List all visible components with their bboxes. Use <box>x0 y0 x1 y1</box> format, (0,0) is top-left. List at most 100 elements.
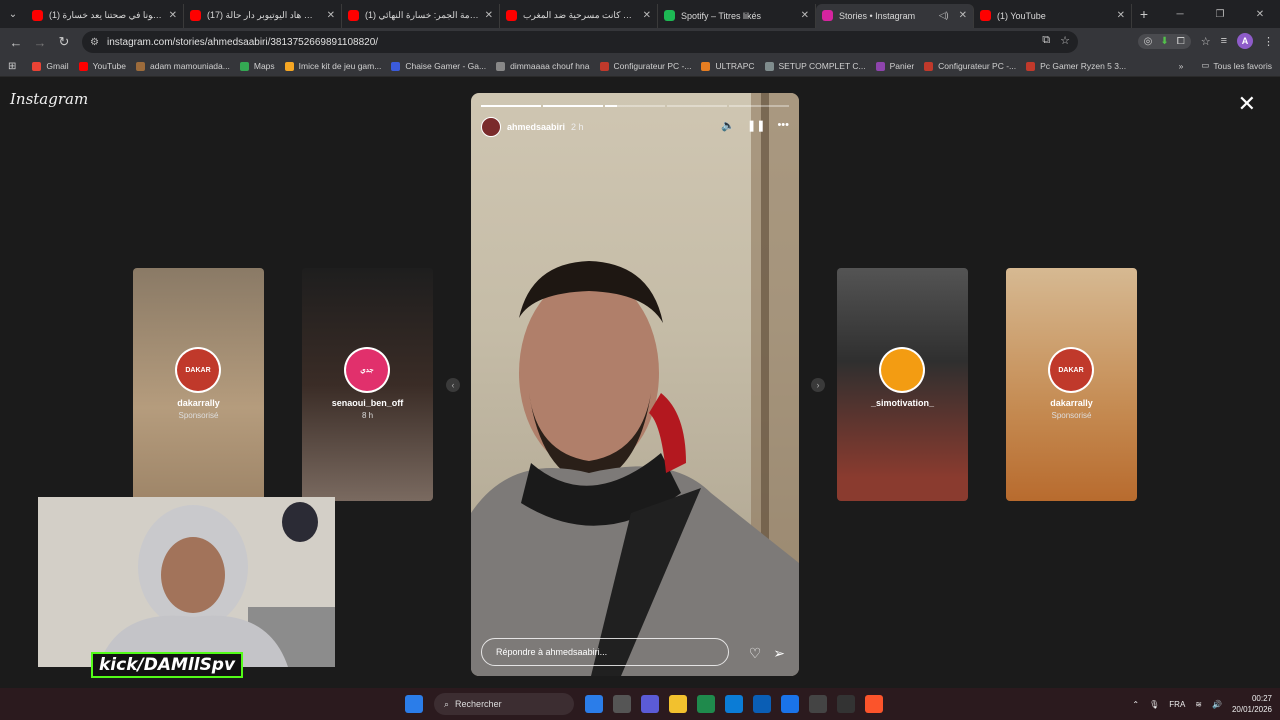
taskbar-app-icon[interactable] <box>669 695 687 713</box>
tab-audio-icon[interactable]: ◁) <box>939 10 949 21</box>
tab-close-icon[interactable]: ✕ <box>485 10 493 21</box>
media-control-icon[interactable]: ≡ <box>1221 35 1227 47</box>
speaker-icon[interactable]: 🔊 <box>1212 700 1222 709</box>
side-story-card[interactable]: جدي senaoui_ben_off 8 h <box>302 268 433 501</box>
chevron-up-icon[interactable]: ⌃ <box>1132 700 1139 709</box>
bookmark-star-icon[interactable]: ☆ <box>1060 34 1070 47</box>
side-story-card[interactable]: _simotivation_ <box>837 268 968 501</box>
tab-6[interactable]: (1) YouTube ✕ <box>974 3 1132 28</box>
story-progress <box>481 105 789 107</box>
tab-search-icon[interactable]: ⌄ <box>0 0 26 28</box>
avatar[interactable] <box>481 117 501 137</box>
reload-icon[interactable]: ↻ <box>52 34 76 50</box>
story-username[interactable]: ahmedsaabiri <box>507 122 565 132</box>
cast-icon[interactable]: ⧉ <box>1042 34 1050 47</box>
pause-icon[interactable]: ❚❚ <box>747 119 765 132</box>
download-extension-icon[interactable]: ⬇ <box>1160 36 1168 47</box>
taskbar-search[interactable]: ⌕ Rechercher <box>434 693 574 715</box>
tab-0[interactable]: (1) هلكونا في صحتنا يعد خسارة ✕ <box>26 3 184 28</box>
tab-3[interactable]: واش كانت مسرحية ضد المغرب .. ✕ <box>500 3 658 28</box>
forward-icon[interactable]: → <box>28 35 52 50</box>
kick-channel-tag: kick/DAMllSpv <box>91 652 244 678</box>
clock[interactable]: 00:27 20/01/2026 <box>1232 693 1272 715</box>
more-options-icon[interactable]: ••• <box>777 119 789 132</box>
taskbar-app-icon[interactable] <box>613 695 631 713</box>
instagram-logo[interactable]: Instagram <box>10 90 88 108</box>
tab-close-icon[interactable]: ✕ <box>959 10 967 21</box>
profile-avatar[interactable]: A <box>1237 33 1253 49</box>
favorites-icon[interactable]: ☆ <box>1201 35 1211 48</box>
taskbar-app-icon[interactable] <box>809 695 827 713</box>
webcam-overlay <box>38 497 335 667</box>
avatar <box>883 351 921 389</box>
tab-close-icon[interactable]: ✕ <box>643 10 651 21</box>
taskbar-app-icon[interactable] <box>753 695 771 713</box>
maximize-icon[interactable]: ❐ <box>1200 0 1240 28</box>
taskbar-app-icon[interactable] <box>781 695 799 713</box>
tab-4[interactable]: Spotify – Titres likés ✕ <box>658 3 816 28</box>
back-icon[interactable]: ← <box>4 35 28 50</box>
tab-2[interactable]: (1) صدمة الجمر: خسارة النهائي .. ✕ <box>342 3 500 28</box>
taskbar-app-icon[interactable] <box>641 695 659 713</box>
bookmark-item[interactable]: ULTRAPC <box>701 61 755 71</box>
bookmark-favicon-icon <box>1026 61 1036 71</box>
tab-favicon-icon <box>664 10 675 21</box>
site-info-icon[interactable]: ⚙ <box>90 37 99 48</box>
microphone-icon[interactable]: 🎙 <box>1149 700 1159 709</box>
taskbar-app-icon[interactable] <box>697 695 715 713</box>
send-icon[interactable]: ➢ <box>773 645 785 662</box>
minimize-icon[interactable]: ─ <box>1160 0 1200 28</box>
side-story-card[interactable]: DAKAR dakarrally Sponsorisé <box>1006 268 1137 501</box>
tab-close-icon[interactable]: ✕ <box>327 10 335 21</box>
bookmark-item[interactable]: Configurateur PC -... <box>924 61 1016 71</box>
bookmark-item[interactable]: SETUP COMPLET C... <box>764 61 866 71</box>
close-icon[interactable]: ✕ <box>1238 93 1256 115</box>
side-story-subtitle: 8 h <box>361 411 374 420</box>
next-story-icon[interactable]: › <box>811 378 825 392</box>
previous-story-icon[interactable]: ‹ <box>446 378 460 392</box>
reply-input[interactable]: Répondre à ahmedsaabiri... <box>481 638 729 666</box>
bookmark-item[interactable]: Panier <box>875 61 914 71</box>
tab-close-icon[interactable]: ✕ <box>169 10 177 21</box>
tab-1[interactable]: (17) علاش هاد اليوتيوبر دار حالة ✕ <box>184 3 342 28</box>
new-tab-button[interactable]: + <box>1132 6 1156 22</box>
bookmark-item[interactable]: Chaise Gamer - Ga... <box>391 61 486 71</box>
side-story-card[interactable]: DAKAR dakarrally Sponsorisé <box>133 268 264 501</box>
bookmark-item[interactable]: YouTube <box>78 61 126 71</box>
tab-title: Stories • Instagram <box>839 10 916 21</box>
webcam-image <box>38 497 335 667</box>
menu-icon[interactable]: ⋮ <box>1263 35 1274 48</box>
volume-icon[interactable]: 🔈 <box>721 119 735 132</box>
all-bookmarks[interactable]: » ▭ Tous les favoris <box>1179 60 1272 71</box>
bookmark-item[interactable]: adam mamouniada... <box>136 61 230 71</box>
bookmark-item[interactable]: dimmaaaa chouf hna <box>496 61 590 71</box>
bookmark-item[interactable]: Gmail <box>32 61 69 71</box>
bookmark-favicon-icon <box>924 61 934 71</box>
apps-grid-icon[interactable]: ⊞ <box>8 61 16 72</box>
extension-icon[interactable]: ◎ <box>1144 36 1153 47</box>
bookmark-label: Imice kit de jeu gam... <box>298 61 382 71</box>
side-story-username: dakarrally <box>1050 398 1093 408</box>
bookmark-favicon-icon <box>78 61 88 71</box>
tab-5[interactable]: Stories • Instagram ◁) ✕ <box>816 3 974 28</box>
url-text: instagram.com/stories/ahmedsaabiri/38137… <box>106 36 379 48</box>
taskbar-app-icon[interactable] <box>585 695 603 713</box>
taskbar-app-icon[interactable] <box>837 695 855 713</box>
bookmark-item[interactable]: Imice kit de jeu gam... <box>284 61 382 71</box>
taskbar-app-icon[interactable] <box>725 695 743 713</box>
close-window-icon[interactable]: ✕ <box>1240 0 1280 28</box>
puzzle-icon[interactable]: ⧠ <box>1177 36 1185 47</box>
tab-title: (1) صدمة الجمر: خسارة النهائي .. <box>365 10 481 20</box>
tab-close-icon[interactable]: ✕ <box>801 10 809 21</box>
bookmark-item[interactable]: Configurateur PC -... <box>599 61 691 71</box>
start-icon[interactable] <box>405 695 423 713</box>
bookmark-item[interactable]: Pc Gamer Ryzen 5 3... <box>1026 61 1126 71</box>
tab-close-icon[interactable]: ✕ <box>1117 10 1125 21</box>
wifi-icon[interactable]: ≋ <box>1195 700 1202 709</box>
address-bar[interactable]: ⚙ instagram.com/stories/ahmedsaabiri/381… <box>82 31 1078 53</box>
heart-icon[interactable]: ♡ <box>749 645 762 662</box>
language-indicator[interactable]: FRA <box>1169 700 1185 709</box>
bookmark-item[interactable]: Maps <box>239 61 275 71</box>
taskbar-app-icon[interactable] <box>865 695 883 713</box>
main-story[interactable]: ahmedsaabiri 2 h 🔈 ❚❚ ••• Répondre à ahm… <box>471 93 799 676</box>
